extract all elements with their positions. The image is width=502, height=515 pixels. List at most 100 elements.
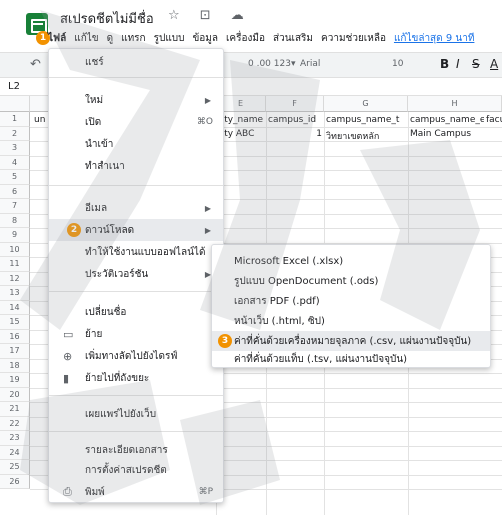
row-header-1[interactable]: 1 — [0, 112, 30, 127]
menu-item-label: ใหม่ — [85, 94, 104, 106]
star-folder-cloud-icons[interactable]: ☆ ⊡ ☁ — [168, 8, 252, 23]
cell-h2[interactable]: Main Campus — [410, 129, 500, 139]
menu-item-label: เปิด — [85, 116, 102, 128]
font-size-select[interactable]: 10 — [392, 59, 403, 69]
menu-item-label: แชร์ — [85, 56, 104, 68]
menu-view[interactable]: ดู — [107, 31, 114, 46]
row-header-4[interactable]: 4 — [0, 155, 30, 170]
row-header-2[interactable]: 2 — [0, 126, 30, 141]
row-header-9[interactable]: 9 — [0, 228, 30, 243]
cell-e1[interactable]: sity_name — [217, 115, 266, 125]
download-html[interactable]: หน้าเว็บ (.html, ซิป) — [212, 311, 490, 331]
row-header-25[interactable]: 25 — [0, 460, 30, 475]
menu-insert[interactable]: แทรก — [121, 31, 145, 46]
bold-button[interactable]: B — [440, 57, 449, 71]
submenu-item-label: Microsoft Excel (.xlsx) — [234, 255, 344, 267]
corner-cell[interactable] — [0, 96, 30, 112]
document-title[interactable]: สเปรดชีตไม่มีชื่อ — [60, 8, 154, 29]
submenu-item-label: เอกสาร PDF (.pdf) — [234, 295, 320, 307]
row-header-5[interactable]: 5 — [0, 170, 30, 185]
cell-f1[interactable]: campus_id — [268, 115, 324, 125]
row-header-14[interactable]: 14 — [0, 300, 30, 315]
menu-tools[interactable]: เครื่องมือ — [226, 31, 265, 46]
italic-button[interactable]: I — [456, 57, 460, 71]
trash-icon: ▮ — [63, 371, 70, 385]
row-header-26[interactable]: 26 — [0, 474, 30, 489]
row-header-12[interactable]: 12 — [0, 271, 30, 286]
row-header-16[interactable]: 16 — [0, 329, 30, 344]
last-edit-link[interactable]: แก้ไขล่าสุด 9 นาที — [394, 31, 474, 46]
number-format-buttons[interactable]: 0 .00 123▾ — [248, 59, 295, 69]
column-header-g[interactable]: G — [324, 96, 408, 112]
row-header-23[interactable]: 23 — [0, 431, 30, 446]
menu-item-new[interactable]: ใหม่ ▶ — [49, 89, 223, 111]
column-header-h[interactable]: H — [408, 96, 502, 112]
menu-item-open[interactable]: เปิด ⌘O — [49, 111, 223, 133]
menu-item-print[interactable]: ⎙ พิมพ์ ⌘P — [49, 481, 223, 503]
menu-item-version-history[interactable]: ประวัติเวอร์ชัน ▶ — [49, 263, 223, 285]
download-xlsx[interactable]: Microsoft Excel (.xlsx) — [212, 251, 490, 271]
row-header-3[interactable]: 3 — [0, 141, 30, 156]
download-submenu: Microsoft Excel (.xlsx) รูปแบบ OpenDocum… — [211, 244, 491, 368]
download-csv[interactable]: 3 ค่าที่คั่นด้วยเครื่องหมายจุลภาค (.csv, … — [212, 331, 490, 351]
row-header-18[interactable]: 18 — [0, 358, 30, 373]
download-tsv[interactable]: ค่าที่คั่นด้วยแท็บ (.tsv, แผ่นงานปัจจุบั… — [212, 349, 490, 369]
menu-item-make-copy[interactable]: ทำสำเนา — [49, 155, 223, 177]
strikethrough-button[interactable]: S — [472, 57, 480, 71]
menu-help[interactable]: ความช่วยเหลือ — [321, 31, 386, 46]
row-header-8[interactable]: 8 — [0, 213, 30, 228]
font-select[interactable]: Arial — [300, 59, 320, 69]
submenu-arrow-icon: ▶ — [204, 225, 211, 235]
menu-item-label: อีเมล — [85, 202, 108, 214]
menu-item-label: ย้ายไปที่ถังขยะ — [85, 372, 150, 384]
menu-item-details[interactable]: รายละเอียดเอกสาร — [49, 439, 223, 461]
menu-item-email[interactable]: อีเมล ▶ — [49, 197, 223, 219]
step-badge-3: 3 — [218, 334, 232, 348]
menu-data[interactable]: ข้อมูล — [192, 31, 218, 46]
row-header-15[interactable]: 15 — [0, 315, 30, 330]
row-header-11[interactable]: 11 — [0, 257, 30, 272]
cell-a1[interactable]: un — [34, 115, 45, 125]
download-pdf[interactable]: เอกสาร PDF (.pdf) — [212, 291, 490, 311]
row-header-17[interactable]: 17 — [0, 344, 30, 359]
row-header-13[interactable]: 13 — [0, 286, 30, 301]
submenu-arrow-icon: ▶ — [204, 203, 211, 213]
menu-item-add-shortcut[interactable]: ⊕ เพิ่มทางลัดไปยังไดรฟ์ — [49, 345, 223, 367]
row-header-20[interactable]: 20 — [0, 387, 30, 402]
menu-item-label: เพิ่มทางลัดไปยังไดรฟ์ — [85, 350, 178, 362]
menu-item-download[interactable]: 2 ดาวน์โหลด ▶ — [49, 219, 223, 241]
cell-i1[interactable]: facu — [486, 115, 502, 125]
menu-item-settings[interactable]: การตั้งค่าสเปรดชีต — [49, 459, 223, 481]
row-header-19[interactable]: 19 — [0, 373, 30, 388]
menu-item-share[interactable]: แชร์ — [49, 51, 223, 73]
download-ods[interactable]: รูปแบบ OpenDocument (.ods) — [212, 271, 490, 291]
menu-item-label: นำเข้า — [85, 138, 114, 150]
cell-e2[interactable]: sity ABC — [217, 129, 266, 139]
menu-item-offline[interactable]: ทำให้ใช้งานแบบออฟไลน์ได้ — [49, 241, 223, 263]
cell-g1[interactable]: campus_name_t — [326, 115, 408, 125]
menu-item-move[interactable]: ▭ ย้าย — [49, 323, 223, 345]
menu-addons[interactable]: ส่วนเสริม — [273, 31, 313, 46]
undo-icon[interactable]: ↶ — [30, 57, 41, 72]
text-color-button[interactable]: A — [490, 57, 498, 71]
submenu-item-label: หน้าเว็บ (.html, ซิป) — [234, 315, 325, 327]
menu-item-publish[interactable]: เผยแพร่ไปยังเว็บ — [49, 403, 223, 425]
row-header-7[interactable]: 7 — [0, 199, 30, 214]
column-header-f[interactable]: F — [266, 96, 324, 112]
menu-item-trash[interactable]: ▮ ย้ายไปที่ถังขยะ — [49, 367, 223, 389]
menu-item-import[interactable]: นำเข้า — [49, 133, 223, 155]
name-box[interactable]: L2 — [8, 81, 20, 92]
row-header-10[interactable]: 10 — [0, 242, 30, 257]
menu-item-label: รายละเอียดเอกสาร — [85, 444, 168, 456]
menu-edit[interactable]: แก้ไข — [74, 31, 98, 46]
menu-format[interactable]: รูปแบบ — [154, 31, 185, 46]
cell-f2[interactable]: 1 — [268, 129, 322, 139]
menu-file[interactable]: ไฟล์ — [48, 31, 66, 46]
menu-item-rename[interactable]: เปลี่ยนชื่อ — [49, 301, 223, 323]
cell-h1[interactable]: campus_name_e — [410, 115, 484, 125]
row-header-21[interactable]: 21 — [0, 402, 30, 417]
row-header-24[interactable]: 24 — [0, 445, 30, 460]
menu-separator — [49, 77, 223, 78]
row-header-22[interactable]: 22 — [0, 416, 30, 431]
row-header-6[interactable]: 6 — [0, 184, 30, 199]
